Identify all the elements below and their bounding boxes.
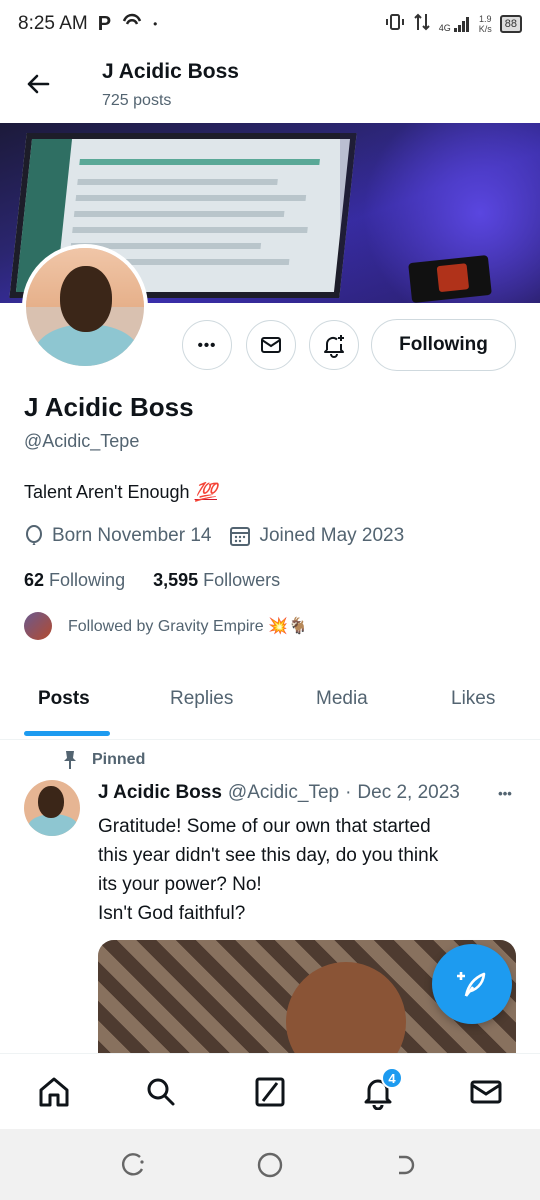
notification-badge: 4 [381,1067,403,1089]
profile-meta: Born November 14 Joined May 2023 [24,525,422,547]
system-back-button[interactable] [389,1149,421,1181]
envelope-icon [261,337,281,353]
network-speed: 1.9 K/s [478,13,492,34]
profile-tabs: Posts Replies Media Likes [0,668,540,740]
bell-plus-icon [324,335,344,358]
bottom-navigation: 4 [0,1053,540,1129]
followed-by-row[interactable]: Followed by Gravity Empire 💥🐐 [24,612,308,640]
profile-display-name: J Acidic Boss [24,392,194,422]
following-count-link[interactable]: 62 Following [24,570,125,591]
birthday-item: Born November 14 [24,525,211,547]
vibrate-icon [385,12,405,35]
profile-avatar[interactable] [22,244,148,370]
profile-handle: @Acidic_Tepe [24,431,140,451]
followed-by-text: Followed by Gravity Empire 💥🐐 [68,618,308,635]
notify-button[interactable] [309,320,359,370]
tweet-header: J Acidic Boss @Acidic_Tep · Dec 2, 2023 [98,782,490,804]
bio-text: Talent Aren't Enough [24,482,195,502]
tweet-separator: · [345,782,352,803]
system-back-icon [399,1155,415,1175]
nav-home-button[interactable] [34,1072,74,1112]
pin-icon [64,751,76,769]
follow-counts: 62 Following 3,595 Followers [24,570,280,591]
messages-icon [470,1080,502,1104]
followers-count: 3,595 [153,570,199,590]
system-home-icon [257,1152,283,1178]
status-time: 8:25 AM [18,13,88,34]
tweet-author-avatar[interactable] [24,780,80,836]
tweet-more-button[interactable]: ••• [490,778,520,808]
status-dot: • [153,17,158,31]
following-button[interactable]: Following [371,319,516,371]
following-count: 62 [24,570,45,590]
system-navigation-bar [0,1129,540,1200]
pinned-label: Pinned [92,751,146,768]
nav-search-button[interactable] [141,1072,181,1112]
calendar-icon [230,527,251,546]
back-button[interactable] [22,68,54,100]
tweet-author-handle[interactable]: @Acidic_Tep [228,782,339,804]
joined-text: Joined May 2023 [259,525,405,546]
tweet-date[interactable]: Dec 2, 2023 [357,782,459,804]
active-tab-indicator [24,731,110,736]
compose-feather-icon [457,972,486,997]
following-label: Following [49,570,126,590]
followers-label: Followers [203,570,281,590]
profile-header-bar: J Acidic Boss 725 posts [0,56,540,116]
tweet-author-name[interactable]: J Acidic Boss [98,782,222,804]
nav-messages-button[interactable] [466,1072,506,1112]
data-transfer-icon [413,12,431,35]
hundred-points-icon: 💯 [194,482,217,502]
signal-4g-icon: 4G [439,15,471,33]
tweet-text: Gratitude! Some of our own that started … [98,816,439,924]
notification-app-icon [121,10,143,38]
recent-apps-icon [121,1153,144,1176]
tab-media[interactable]: Media [316,688,368,710]
back-arrow-icon [27,74,50,94]
pinned-indicator: Pinned [62,750,145,770]
followers-count-link[interactable]: 3,595 Followers [153,570,280,591]
search-icon [147,1078,175,1106]
compose-post-button[interactable] [432,944,512,1024]
mutual-avatar [24,612,52,640]
tab-replies[interactable]: Replies [170,688,233,710]
nav-grok-button[interactable] [250,1072,290,1112]
home-icon [39,1077,69,1107]
balloon-icon [26,525,42,545]
more-dots-icon: ••• [197,336,217,354]
recent-apps-button[interactable] [118,1149,150,1181]
joined-item: Joined May 2023 [229,525,404,547]
status-bar: 8:25 AM P • 4G 1.9 K/s 88 [0,0,540,48]
more-options-button[interactable]: ••• [182,320,232,370]
profile-bio: Talent Aren't Enough 💯 [24,482,217,503]
notification-p-icon: P [97,12,112,35]
grok-icon [255,1077,285,1107]
header-profile-name: J Acidic Boss [102,60,239,83]
system-home-button[interactable] [254,1149,286,1181]
banner-phone [408,254,492,303]
birthday-text: Born November 14 [52,525,212,546]
header-posts-count: 725 posts [102,92,172,109]
message-button[interactable] [246,320,296,370]
tab-likes[interactable]: Likes [451,688,495,710]
battery-indicator: 88 [499,14,522,33]
tab-posts[interactable]: Posts [38,688,90,710]
